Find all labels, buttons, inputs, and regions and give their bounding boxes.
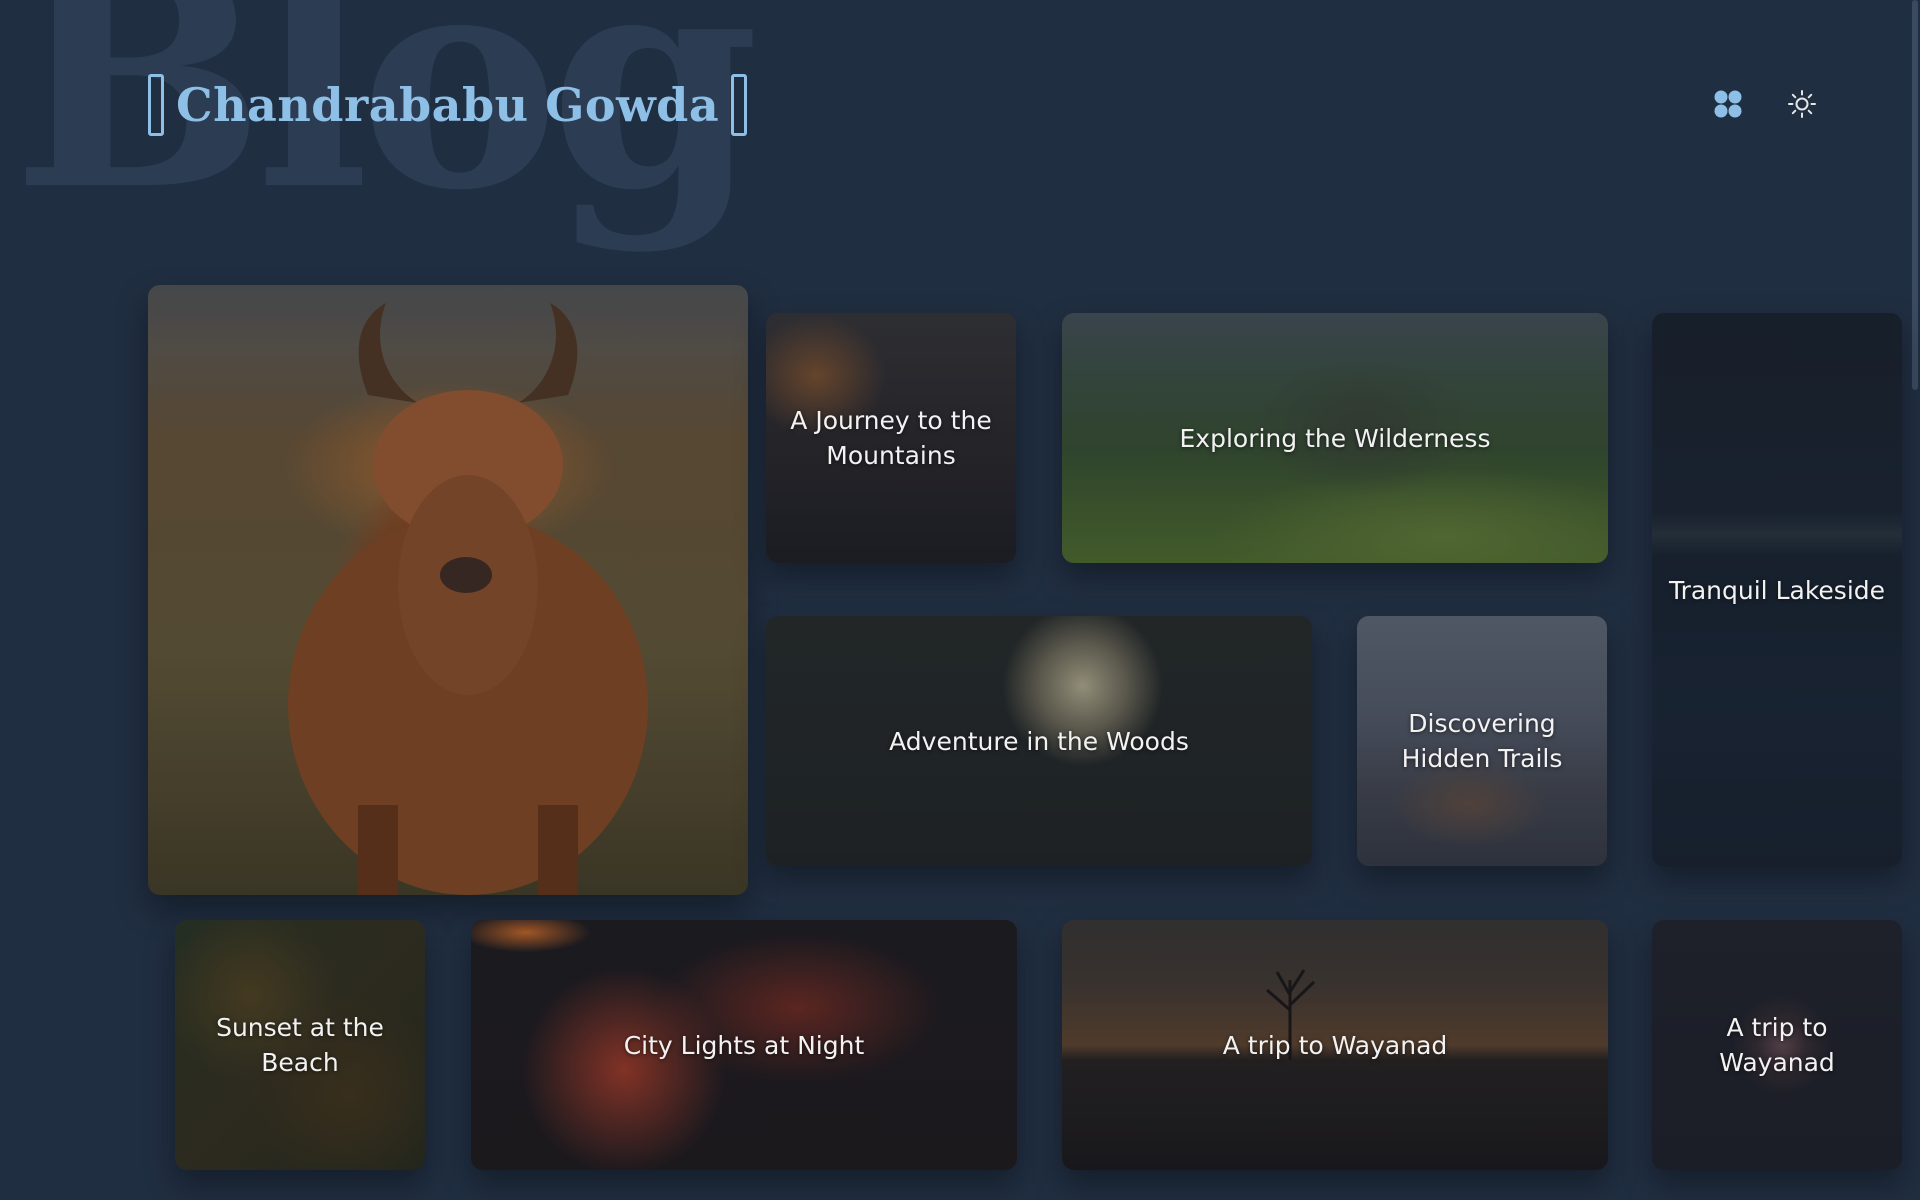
post-card-exploring-wilderness[interactable]: Exploring the Wilderness <box>1062 313 1608 563</box>
header-actions <box>1708 84 1822 124</box>
site-title-text: Chandrababu Gowda <box>176 78 720 132</box>
post-card-journey-mountains[interactable]: A Journey to the Mountains <box>766 313 1016 563</box>
post-card-trip-wayanad[interactable]: A trip to Wayanad <box>1062 920 1608 1170</box>
post-card-trip-wayanad-2[interactable]: A trip to Wayanad <box>1652 920 1902 1170</box>
post-title: City Lights at Night <box>623 1030 865 1060</box>
post-title: A trip to Wayanad <box>1719 1013 1835 1077</box>
post-title: Adventure in the Woods <box>889 726 1189 756</box>
post-title: Exploring the Wilderness <box>1179 423 1491 453</box>
right-bracket <box>731 74 748 136</box>
left-bracket <box>148 74 164 136</box>
post-title: A Journey to the Mountains <box>790 406 992 470</box>
post-card-highland-cow[interactable] <box>148 285 748 895</box>
post-title: Discovering Hidden Trails <box>1401 709 1563 773</box>
post-card-adventure-woods[interactable]: Adventure in the Woods <box>766 616 1312 866</box>
post-title: Tranquil Lakeside <box>1668 575 1886 605</box>
site-title[interactable]: Chandrababu Gowda <box>148 74 748 136</box>
sun-icon[interactable] <box>1782 84 1822 124</box>
apps-grid-icon[interactable] <box>1708 84 1748 124</box>
post-card-city-lights[interactable]: City Lights at Night <box>471 920 1017 1170</box>
post-card-sunset-beach[interactable]: Sunset at the Beach <box>175 920 425 1170</box>
post-card-hidden-trails[interactable]: Discovering Hidden Trails <box>1357 616 1607 866</box>
post-title: A trip to Wayanad <box>1222 1030 1448 1060</box>
post-title: Sunset at the Beach <box>216 1013 384 1077</box>
scrollbar-thumb[interactable] <box>1912 0 1918 390</box>
post-card-tranquil-lakeside[interactable]: Tranquil Lakeside <box>1652 313 1902 867</box>
card-overlay <box>148 285 748 895</box>
